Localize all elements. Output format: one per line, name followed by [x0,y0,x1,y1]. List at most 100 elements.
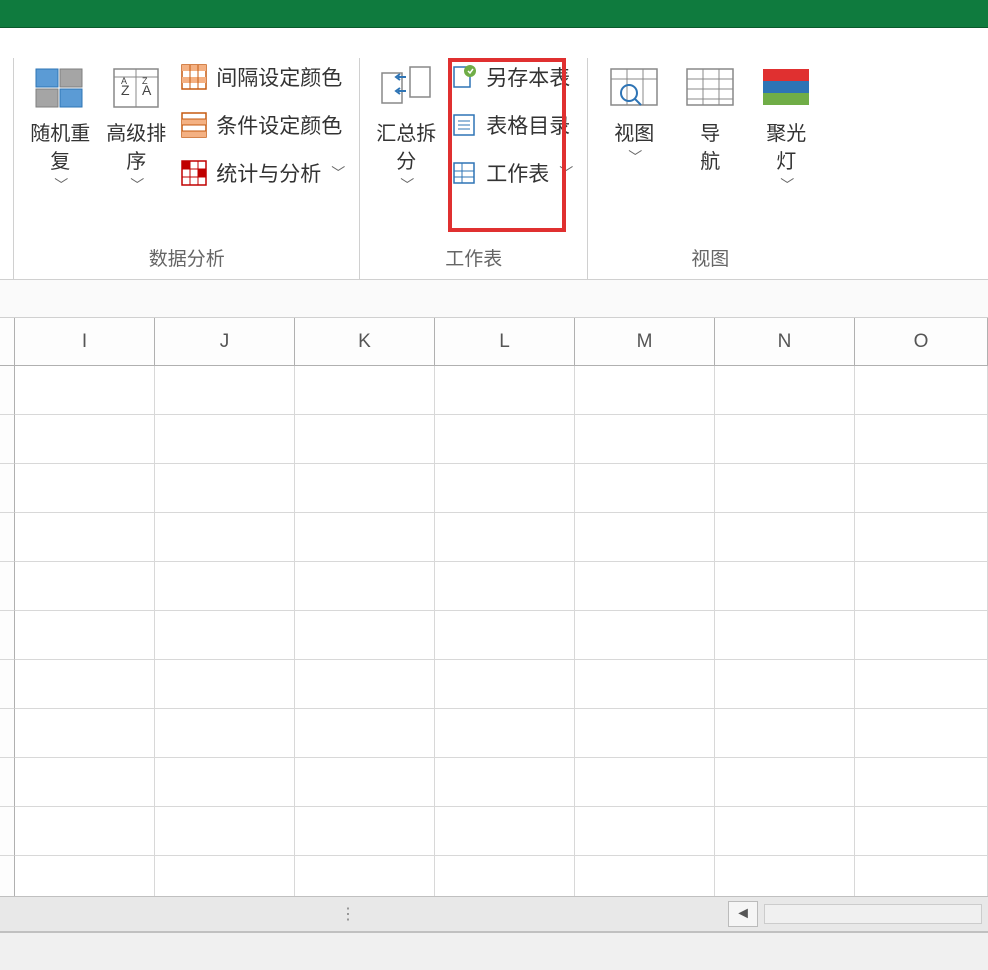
stats-analysis-button[interactable]: 统计与分析 ﹀ [180,158,345,188]
cell[interactable] [855,562,988,611]
cell[interactable] [575,709,715,758]
cell[interactable] [575,366,715,415]
interval-color-button[interactable]: 间隔设定颜色 [180,62,345,92]
cell[interactable] [435,366,575,415]
cell[interactable] [155,611,295,660]
cell[interactable] [295,660,435,709]
cell[interactable] [715,562,855,611]
cell[interactable] [575,807,715,856]
cell[interactable] [155,660,295,709]
cell[interactable] [295,415,435,464]
cell[interactable] [435,807,575,856]
scroll-left-button[interactable]: ◄ [728,901,758,927]
cell[interactable] [295,464,435,513]
worksheet-button[interactable]: 工作表 ﹀ [450,158,573,188]
cell[interactable] [155,807,295,856]
cell[interactable] [155,464,295,513]
cell[interactable] [15,415,155,464]
cell[interactable] [295,366,435,415]
navigation-label: 导 航 [700,120,720,176]
cell[interactable] [715,464,855,513]
cell[interactable] [855,758,988,807]
cell[interactable] [435,562,575,611]
column-header[interactable]: J [155,318,295,365]
horizontal-scrollbar[interactable] [764,904,982,924]
cell[interactable] [575,611,715,660]
condition-color-label: 条件设定颜色 [216,110,342,140]
save-as-table-button[interactable]: 另存本表 [450,62,573,92]
formula-bar[interactable] [0,280,988,318]
cell[interactable] [155,758,295,807]
cell[interactable] [855,464,988,513]
cell[interactable] [15,611,155,660]
ribbon-group-worksheet: 汇总拆 分 ﹀ 另存本表 [360,58,588,279]
column-header[interactable]: K [295,318,435,365]
cell[interactable] [15,366,155,415]
cell[interactable] [575,415,715,464]
cell[interactable] [435,464,575,513]
cell[interactable] [15,513,155,562]
cell[interactable] [155,562,295,611]
cell[interactable] [855,660,988,709]
column-header[interactable]: N [715,318,855,365]
cell[interactable] [855,611,988,660]
cell[interactable] [715,366,855,415]
cell[interactable] [155,366,295,415]
cell[interactable] [715,807,855,856]
spotlight-button[interactable]: 聚光 灯 ﹀ [748,58,824,198]
cell[interactable] [715,415,855,464]
cell[interactable] [295,513,435,562]
column-header[interactable]: M [575,318,715,365]
cell[interactable] [295,709,435,758]
cell[interactable] [435,513,575,562]
advanced-sort-button[interactable]: Z A A Z 高级排 序 ﹀ [98,58,174,198]
column-header[interactable]: I [15,318,155,365]
cell[interactable] [155,513,295,562]
view-button[interactable]: 视图 ﹀ [596,58,672,170]
summary-split-button[interactable]: 汇总拆 分 ﹀ [368,58,444,198]
cell[interactable] [295,562,435,611]
navigation-button[interactable]: 导 航 [672,58,748,178]
stats-analysis-icon [180,159,208,187]
cell[interactable] [155,709,295,758]
cell[interactable] [575,758,715,807]
cell[interactable] [855,807,988,856]
chevron-down-icon: ﹀ [780,176,794,196]
table-catalog-icon [450,111,478,139]
cell[interactable] [295,758,435,807]
cell[interactable] [855,415,988,464]
cell[interactable] [15,709,155,758]
cell[interactable] [855,366,988,415]
cell[interactable] [575,464,715,513]
cell[interactable] [715,611,855,660]
column-header[interactable]: L [435,318,575,365]
column-header[interactable]: O [855,318,988,365]
summary-split-icon [374,60,438,114]
cell[interactable] [855,709,988,758]
cell[interactable] [435,758,575,807]
spreadsheet-grid[interactable]: IJKLMNO [0,318,988,905]
condition-color-button[interactable]: 条件设定颜色 [180,110,345,140]
random-repeat-button[interactable]: 随机重 复 ﹀ [22,58,98,198]
cell[interactable] [15,758,155,807]
cell[interactable] [715,758,855,807]
cell[interactable] [15,660,155,709]
cell[interactable] [15,807,155,856]
cell[interactable] [575,562,715,611]
cell[interactable] [855,513,988,562]
cell[interactable] [435,415,575,464]
cell[interactable] [715,660,855,709]
cell[interactable] [715,513,855,562]
cell[interactable] [295,807,435,856]
cell[interactable] [575,660,715,709]
cell[interactable] [575,513,715,562]
cell[interactable] [715,709,855,758]
cell[interactable] [295,611,435,660]
cell[interactable] [155,415,295,464]
cell[interactable] [435,709,575,758]
cell[interactable] [435,660,575,709]
cell[interactable] [15,562,155,611]
cell[interactable] [435,611,575,660]
table-catalog-button[interactable]: 表格目录 [450,110,573,140]
cell[interactable] [15,464,155,513]
